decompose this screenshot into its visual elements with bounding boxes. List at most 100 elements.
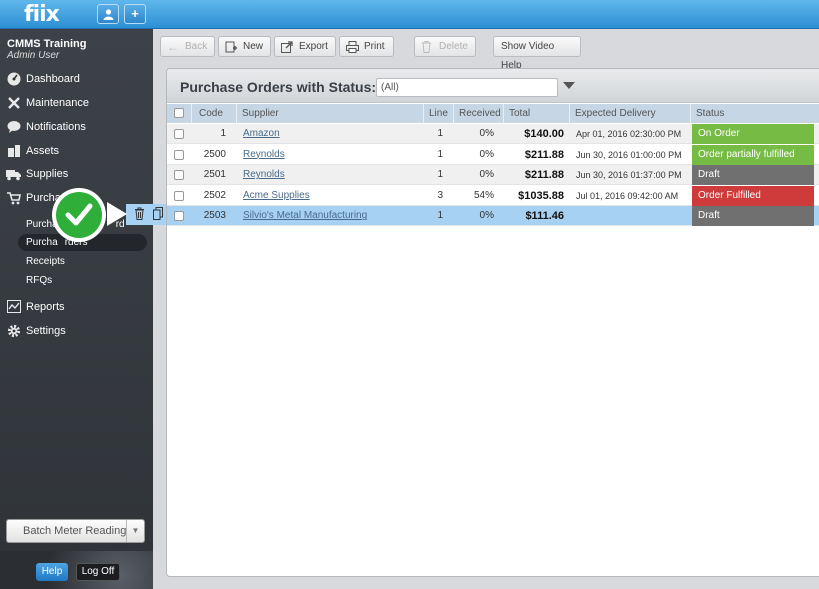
supplier-link[interactable]: Acme Supplies	[243, 186, 423, 206]
select-all-header	[167, 104, 192, 123]
delete-label: Delete	[439, 41, 468, 52]
cell-total: $140.00	[524, 128, 564, 140]
cell-expected-delivery: Jun 30, 2016 01:00:00 PM	[576, 149, 682, 160]
cell-expected-delivery	[576, 206, 692, 226]
check-circle-inner	[56, 192, 102, 238]
table-row[interactable]: 2501 Reynolds 1 0% $211.88 Jun 30, 2016 01:37…	[167, 165, 819, 186]
row-checkbox[interactable]	[174, 190, 184, 201]
delete-button[interactable]: Delete	[414, 36, 476, 57]
status-badge: Draft	[692, 206, 814, 227]
cell-code: 2501	[203, 169, 226, 181]
sidebar-subitem-rfqs[interactable]: RFQs	[26, 272, 52, 289]
purchase-orders-panel: Purchase Orders with Status: (All) Code …	[166, 68, 819, 577]
cell-code: 1	[220, 128, 226, 139]
chat-bubble-icon	[6, 120, 21, 134]
cell-line: 1	[437, 169, 443, 181]
column-header-line[interactable]: Line	[424, 104, 454, 123]
column-header-expected-delivery[interactable]: Expected Delivery	[570, 104, 691, 123]
sidebar-item-supplies[interactable]: Supplies	[0, 163, 153, 185]
cell-total: $111.46	[525, 210, 564, 223]
sidebar-item-label: Assets	[26, 145, 60, 157]
log-off-button[interactable]: Log Off	[76, 563, 120, 581]
cell-received: 0%	[479, 169, 494, 181]
cell-code: 2500	[203, 148, 226, 160]
cell-expected-delivery: Apr 01, 2016 02:30:00 PM	[576, 129, 682, 139]
trash-icon[interactable]	[134, 207, 145, 223]
cart-icon	[6, 191, 21, 205]
sidebar: CMMS Training Admin User Dashboard Maint…	[0, 29, 153, 589]
cell-received: 0%	[479, 148, 494, 160]
chevron-down-icon[interactable]	[563, 82, 575, 89]
export-label: Export	[299, 41, 328, 52]
row-checkbox[interactable]	[174, 211, 184, 222]
user-button[interactable]	[97, 4, 119, 24]
cell-received: 54%	[473, 189, 494, 201]
sidebar-item-notifications[interactable]: Notifications	[0, 116, 153, 138]
sidebar-item-label: Supplies	[26, 168, 69, 180]
wrench-icon	[6, 96, 21, 110]
cell-expected-delivery: Jun 30, 2016 01:37:00 PM	[576, 170, 682, 181]
supplier-link[interactable]: Reynolds	[243, 165, 423, 185]
back-button[interactable]: ← Back	[160, 36, 215, 57]
supplier-link[interactable]: Silvio's Metal Manufacturing	[243, 206, 423, 226]
sidebar-item-label: Notifications	[26, 121, 86, 133]
row-checkbox[interactable]	[174, 129, 184, 139]
copy-icon[interactable]	[153, 207, 163, 223]
row-checkbox[interactable]	[174, 170, 184, 181]
column-header-total[interactable]: Total	[504, 104, 570, 123]
select-all-checkbox[interactable]	[174, 108, 184, 118]
sidebar-item-label: Reports	[26, 301, 65, 313]
sidebar-item-maintenance[interactable]: Maintenance	[0, 92, 153, 114]
cell-expected-delivery: Jul 01, 2016 09:42:00 AM	[576, 190, 679, 201]
print-button[interactable]: Print	[339, 36, 394, 57]
sidebar-item-label: Settings	[26, 325, 66, 337]
cell-line: 3	[437, 189, 443, 201]
table-row[interactable]: 2500 Reynolds 1 0% $211.88 Jun 30, 2016 01:00…	[167, 144, 819, 165]
column-header-code[interactable]: Code	[192, 104, 237, 123]
cell-code: 2503	[203, 210, 226, 222]
cell-line: 1	[437, 148, 443, 160]
column-header-received[interactable]: Received	[454, 104, 504, 123]
org-name: CMMS Training	[7, 38, 87, 50]
video-help-label: Show Video Help	[501, 41, 555, 71]
new-label: New	[243, 41, 264, 52]
cell-total: $1035.88	[518, 189, 564, 202]
fiix-logo[interactable]: fiix	[24, 2, 60, 27]
subitem-label: RFQs	[26, 275, 53, 286]
supplier-link[interactable]: Amazon	[243, 124, 423, 144]
show-video-help-button[interactable]: Show Video Help	[493, 36, 581, 71]
status-badge: Order Fulfilled	[692, 185, 814, 206]
cell-code: 2502	[203, 189, 226, 201]
table-row[interactable]: 2503 Silvio's Metal Manufacturing 1 0% $111.…	[167, 206, 819, 227]
gear-icon	[6, 324, 21, 338]
batch-button-label: Batch Meter Reading	[23, 525, 127, 537]
sidebar-item-dashboard[interactable]: Dashboard	[0, 68, 153, 90]
truck-icon	[6, 167, 21, 181]
help-button[interactable]: Help	[36, 563, 68, 581]
chevron-down-icon[interactable]: ▼	[126, 520, 144, 542]
page-title: Purchase Orders with Status:	[180, 79, 377, 95]
sidebar-subitem-receipts[interactable]: Receipts	[26, 253, 65, 270]
batch-meter-reading-button[interactable]: Batch Meter Reading ▼	[6, 519, 145, 543]
status-badge: Order partially fulfilled	[692, 144, 814, 165]
add-button[interactable]: +	[124, 4, 146, 24]
column-header-status[interactable]: Status	[691, 104, 819, 123]
table-row[interactable]: 1 Amazon 1 0% $140.00 Apr 01, 2016 02:30:00 P…	[167, 124, 819, 144]
status-filter-select[interactable]: (All)	[376, 78, 558, 97]
row-checkbox[interactable]	[174, 149, 184, 160]
supplier-link[interactable]: Reynolds	[243, 145, 423, 165]
sidebar-item-label: Maintenance	[26, 97, 89, 109]
check-circle-icon[interactable]	[52, 188, 106, 242]
export-button[interactable]: Export	[274, 36, 336, 57]
cell-received: 0%	[479, 128, 494, 139]
sidebar-item-assets[interactable]: Assets	[0, 140, 153, 162]
new-button[interactable]: New	[218, 36, 271, 57]
sidebar-item-settings[interactable]: Settings	[0, 320, 153, 342]
status-badge: Draft	[692, 165, 814, 186]
column-header-supplier[interactable]: Supplier	[237, 104, 424, 123]
sidebar-item-reports[interactable]: Reports	[0, 296, 153, 318]
table-row[interactable]: 2502 Acme Supplies 3 54% $1035.88 Jul 01, 201…	[167, 185, 819, 206]
table-header: Code Supplier Line Received Total Expect…	[167, 104, 819, 123]
print-label: Print	[364, 41, 385, 52]
chart-icon	[6, 300, 21, 314]
